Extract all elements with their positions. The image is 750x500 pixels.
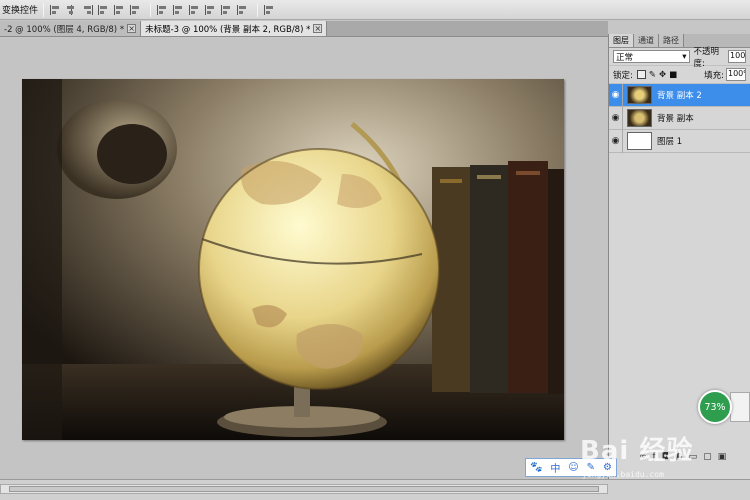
- options-separator: [257, 2, 259, 17]
- layer-row-layer-1[interactable]: ◉ 图层 1: [609, 129, 750, 153]
- brush-icon[interactable]: ✎: [649, 70, 656, 80]
- distribute-bottom-icon[interactable]: [188, 4, 201, 16]
- tab-channels[interactable]: 通道: [634, 34, 659, 47]
- trash-icon[interactable]: ▣: [718, 452, 727, 462]
- align-left-icon[interactable]: [49, 4, 62, 16]
- options-bar: 变换控件: [0, 0, 750, 20]
- close-icon[interactable]: ×: [127, 24, 137, 33]
- progress-badge[interactable]: 73%: [698, 390, 732, 424]
- tab-layers[interactable]: 图层: [609, 34, 634, 47]
- align-bottom-icon[interactable]: [129, 4, 142, 16]
- photoshop-window: 变换控件 -2 @ 100% (图层 4, RGB/8) * × 未标题-3 @…: [0, 0, 750, 500]
- paw-icon[interactable]: 🐾: [530, 462, 542, 473]
- tab-paths[interactable]: 路径: [659, 34, 684, 47]
- panel-tabs: 图层 通道 路径: [609, 34, 750, 48]
- document-tab-bar: -2 @ 100% (图层 4, RGB/8) * × 未标题-3 @ 100%…: [0, 21, 608, 37]
- lock-transparent-icon[interactable]: [636, 70, 646, 79]
- align-vcenter-icon[interactable]: [113, 4, 126, 16]
- opacity-field[interactable]: 100%: [728, 50, 746, 63]
- layer-thumbnail: [627, 132, 652, 150]
- distribute-hcenter-icon[interactable]: [220, 4, 233, 16]
- progress-side-panel[interactable]: [730, 392, 750, 422]
- layer-name: 背景 副本: [657, 114, 694, 124]
- document-tab-1[interactable]: -2 @ 100% (图层 4, RGB/8) * ×: [0, 21, 142, 36]
- options-separator: [150, 2, 152, 17]
- canvas-area[interactable]: [0, 38, 608, 479]
- new-layer-icon[interactable]: ▢: [703, 452, 712, 462]
- blend-mode-value: 正常: [616, 52, 634, 63]
- options-separator: [43, 2, 45, 17]
- document-tab-label: 未标题-3 @ 100% (背景 副本 2, RGB/8) *: [145, 24, 311, 35]
- lock-label: 锁定:: [613, 70, 633, 81]
- blend-row: 正常 ▾ 不透明度: 100%: [609, 46, 750, 69]
- distribute-left-icon[interactable]: [204, 4, 217, 16]
- lock-icon[interactable]: ■: [669, 70, 677, 80]
- eye-icon[interactable]: ◉: [609, 129, 623, 153]
- ime-mode-chinese[interactable]: 中: [550, 460, 560, 475]
- layer-name: 背景 副本 2: [657, 91, 702, 101]
- transform-controls-label[interactable]: 变换控件: [0, 3, 38, 16]
- distribute-right-icon[interactable]: [236, 4, 249, 16]
- opacity-label: 不透明度:: [693, 46, 720, 69]
- distribute-vcenter-icon[interactable]: [172, 4, 185, 16]
- scrollbar-thumb[interactable]: [9, 486, 599, 492]
- lock-row: 锁定: ✎ ✥ ■ 填充: 100%: [609, 66, 750, 84]
- layer-thumbnail: [627, 86, 652, 104]
- close-icon[interactable]: ×: [313, 24, 323, 33]
- blend-mode-select[interactable]: 正常 ▾: [613, 50, 690, 63]
- align-right-icon[interactable]: [81, 4, 94, 16]
- auto-align-icon[interactable]: [263, 4, 276, 16]
- smile-icon[interactable]: ☺: [568, 462, 578, 473]
- align-top-icon[interactable]: [97, 4, 110, 16]
- chevron-down-icon: ▾: [682, 51, 687, 62]
- layer-thumbnail: [627, 109, 652, 127]
- fill-label: 填充:: [704, 70, 724, 81]
- document-tab-label: -2 @ 100% (图层 4, RGB/8) *: [4, 24, 125, 35]
- progress-value: 73%: [704, 401, 726, 413]
- fill-field[interactable]: 100%: [726, 68, 746, 81]
- move-icon[interactable]: ✥: [659, 70, 666, 80]
- layer-row-bg-copy[interactable]: ◉ 背景 副本: [609, 106, 750, 130]
- document-image[interactable]: [22, 79, 564, 440]
- watermark-logo: Bai 经验: [580, 436, 694, 466]
- horizontal-scrollbar[interactable]: [0, 484, 608, 494]
- layer-name: 图层 1: [657, 137, 683, 147]
- document-tab-2[interactable]: 未标题-3 @ 100% (背景 副本 2, RGB/8) * ×: [141, 21, 328, 36]
- align-hcenter-icon[interactable]: [65, 4, 78, 16]
- globe-photo: [22, 79, 564, 440]
- eye-icon[interactable]: ◉: [609, 83, 623, 107]
- distribute-top-icon[interactable]: [156, 4, 169, 16]
- layer-row-bg-copy-2[interactable]: ◉ 背景 副本 2: [609, 83, 750, 107]
- eye-icon[interactable]: ◉: [609, 106, 623, 130]
- watermark-url: jingyan.baidu.com: [582, 470, 664, 479]
